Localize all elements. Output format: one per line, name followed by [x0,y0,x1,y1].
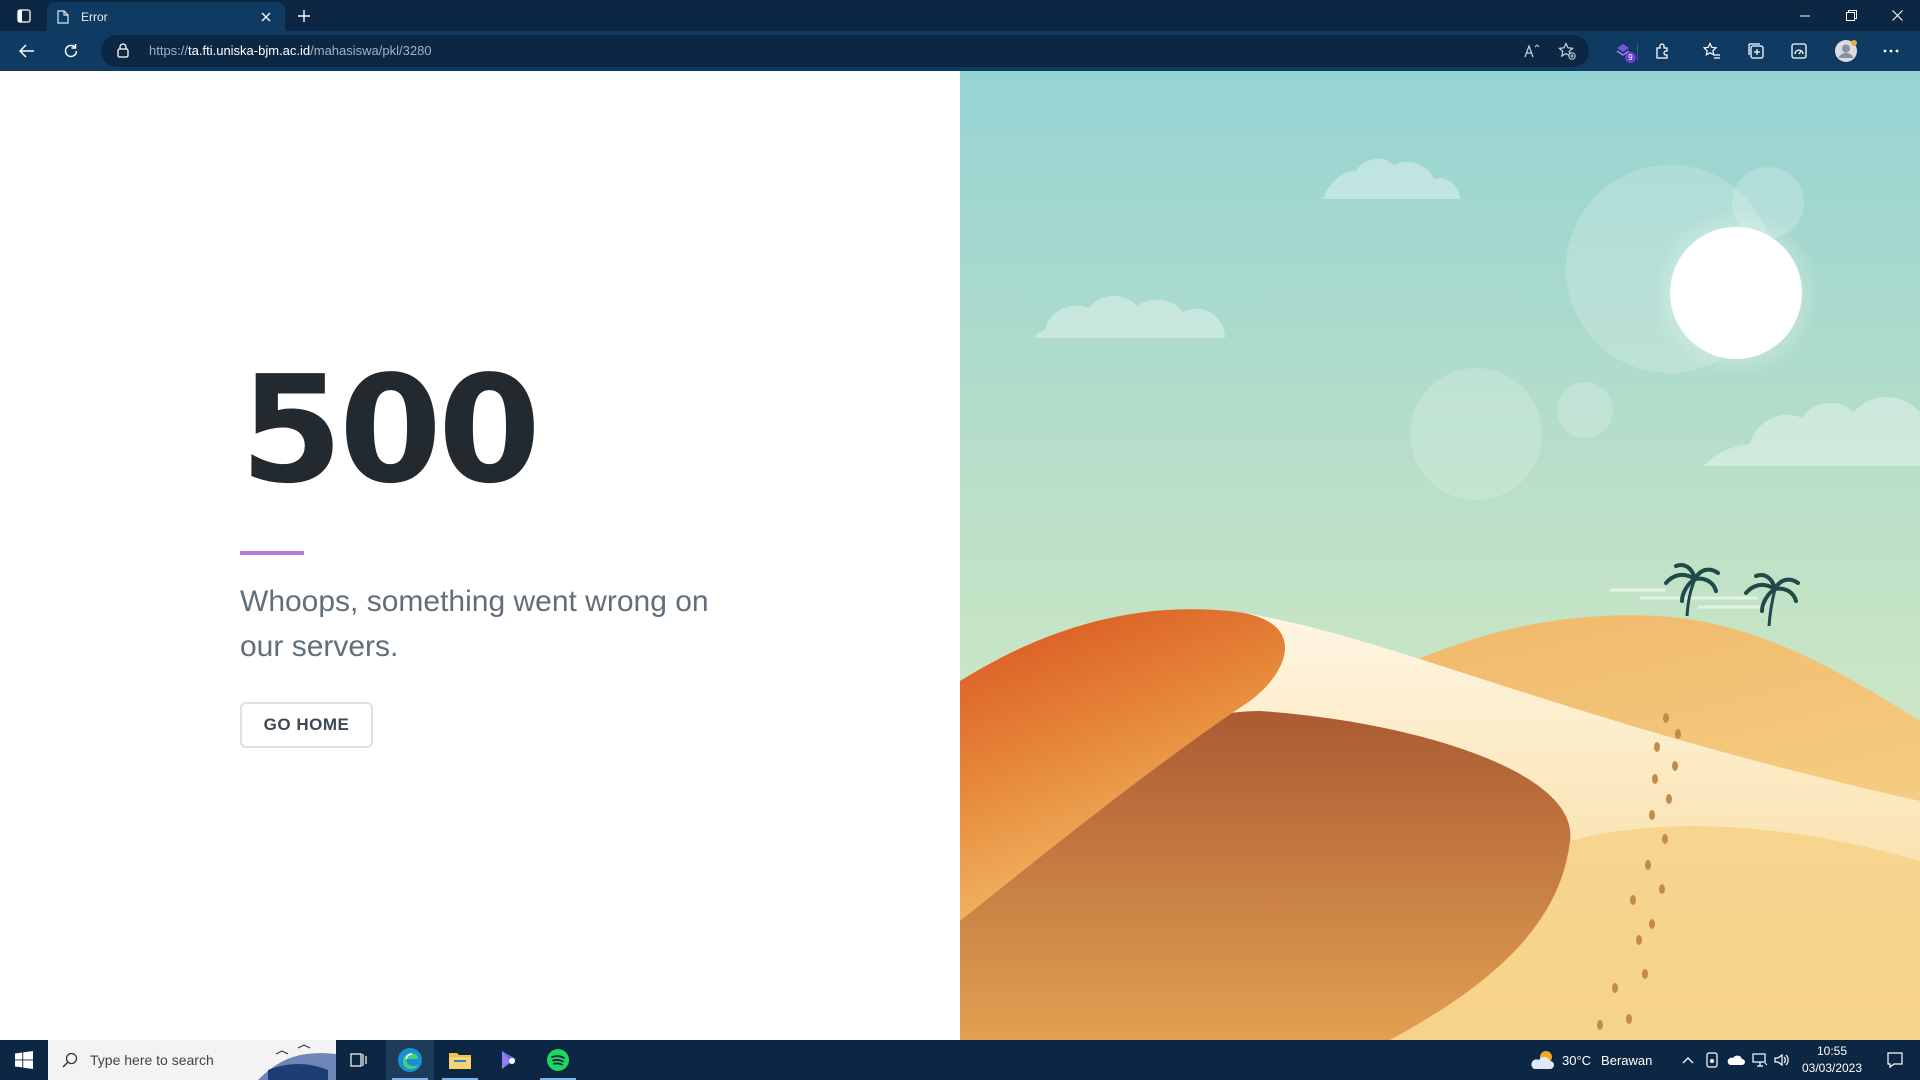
puzzle-icon [1656,43,1668,59]
sun [1670,227,1802,359]
weather-widget[interactable]: 30°C Berawan [1530,1040,1652,1080]
windows-taskbar: Type here to search 30°C Berawan 10:55 0… [0,1040,1920,1080]
profile-button[interactable] [1833,38,1859,64]
tray-network[interactable] [1750,1050,1770,1070]
extension-badge: 9 [1625,52,1636,63]
search-placeholder: Type here to search [90,1052,214,1068]
weather-description: Berawan [1601,1052,1653,1068]
more-dots-icon [1883,49,1899,53]
clock-date: 03/03/2023 [1801,1061,1863,1075]
extensions-button[interactable] [1650,38,1676,64]
taskbar-search-box[interactable]: Type here to search [48,1040,336,1080]
task-view-icon [350,1053,367,1067]
desert-illustration [960,71,1920,1040]
performance-button[interactable] [1786,38,1812,64]
taskbar-clock[interactable]: 10:55 03/03/2023 [1795,1043,1869,1077]
taskbar-app[interactable] [485,1040,533,1080]
clock-time: 10:55 [1816,1044,1848,1058]
refresh-icon [64,44,78,58]
error-message: Whoops, something went wrong on our serv… [240,585,709,663]
tray-onedrive[interactable] [1726,1050,1746,1070]
restore-icon [1845,10,1857,21]
phone-icon [1706,1052,1718,1068]
weather-temperature: 30°C [1562,1052,1592,1068]
url-host: ta.fti.uniska-bjm.ac.id [188,43,311,58]
notification-center-button[interactable] [1870,1040,1920,1080]
plus-icon [298,10,310,22]
cloudy-weather-icon [1531,1051,1554,1069]
minimize-icon [1800,15,1810,16]
back-arrow-icon [19,44,34,58]
settings-more-button[interactable] [1878,38,1904,64]
close-icon [261,12,271,21]
refresh-button[interactable] [56,36,86,66]
url-scheme: https:// [149,43,189,58]
page-icon [57,9,69,24]
error-code: 500 [240,344,541,516]
favorites-button[interactable] [1699,38,1725,64]
avatar-icon [1835,40,1857,62]
tab-actions-button[interactable] [10,4,38,28]
new-tab-button[interactable] [292,4,316,28]
extension-button[interactable]: 9 [1610,38,1636,64]
tray-volume[interactable] [1772,1050,1792,1070]
performance-icon [1791,43,1807,59]
speaker-icon [1774,1053,1789,1067]
back-button[interactable] [12,36,42,66]
close-window-button[interactable] [1874,0,1920,31]
browser-tab[interactable]: Error [47,2,285,31]
windows-logo-icon [15,1051,33,1069]
tab-actions-icon [17,9,31,23]
folder-icon [449,1053,471,1069]
spotify-icon [547,1049,569,1071]
error-content-panel: 500 Whoops, something went wrong on our … [0,71,960,1040]
show-hidden-icons-button[interactable] [1678,1050,1698,1070]
address-bar[interactable]: https://ta.fti.uniska-bjm.ac.id/mahasisw… [101,35,1589,67]
collections-button[interactable] [1743,38,1769,64]
tab-close-button[interactable] [257,8,275,26]
star-add-icon [1558,42,1576,60]
desert-illustration-svg [960,71,1920,1040]
collections-icon [1748,43,1764,59]
add-favorite-button[interactable] [1556,40,1578,62]
network-icon [1752,1053,1768,1067]
restore-button[interactable] [1828,0,1874,31]
start-button[interactable] [0,1040,48,1080]
search-icon [62,1052,78,1068]
app-icon [502,1051,516,1069]
read-aloud-button[interactable] [1521,40,1543,62]
taskbar-edge[interactable] [386,1040,434,1080]
url-text[interactable]: https://ta.fti.uniska-bjm.ac.id/mahasisw… [149,43,432,58]
url-path: /mahasiswa/pkl/3280 [310,43,432,58]
tray-meet-now[interactable] [1702,1050,1722,1070]
taskbar-spotify[interactable] [534,1040,582,1080]
cloud-icon [1727,1055,1745,1065]
toolbar-separator [1637,43,1638,61]
tab-title: Error [81,9,108,24]
taskbar-file-explorer[interactable] [436,1040,484,1080]
read-aloud-icon [1524,44,1540,58]
close-icon [1891,10,1903,21]
lock-icon[interactable] [117,43,129,58]
favorites-icon [1703,42,1720,59]
edge-browser-icon [398,1048,422,1072]
minimize-button[interactable] [1782,0,1828,31]
search-highlight-image [258,1044,336,1080]
accent-divider [240,551,304,555]
go-home-button[interactable]: GO HOME [240,702,373,748]
notification-icon [1887,1052,1903,1068]
chevron-up-icon [1682,1057,1694,1064]
task-view-button[interactable] [335,1040,383,1080]
browser-titlebar: Error [0,0,1920,31]
browser-toolbar: https://ta.fti.uniska-bjm.ac.id/mahasisw… [0,31,1920,71]
